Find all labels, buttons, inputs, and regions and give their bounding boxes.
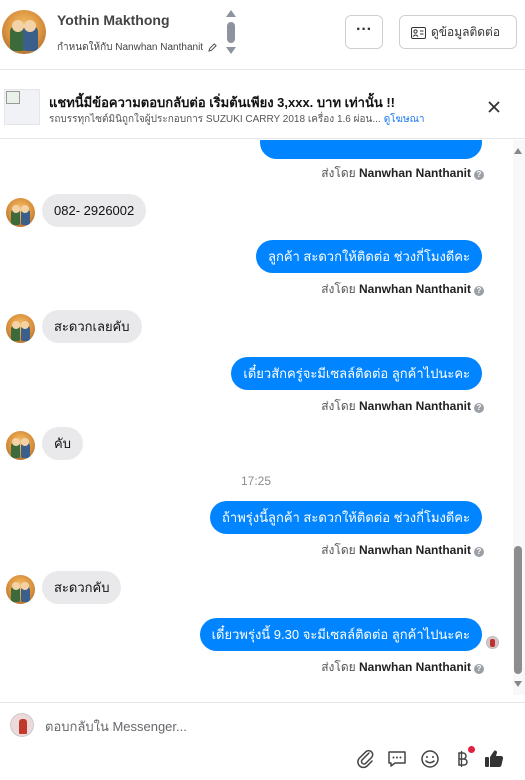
view-contact-info-button[interactable]: ดูข้อมูลติดต่อ [399,15,517,49]
contact-avatar-small[interactable] [6,314,35,343]
view-contact-info-label: ดูข้อมูลติดต่อ [431,25,501,39]
ad-thumbnail [4,89,40,125]
sent-by-name: Nanwhan Nanthanit [358,166,471,180]
help-icon[interactable]: ? [474,286,484,296]
saved-reply-icon[interactable] [386,748,408,770]
sent-by-prefix: ส่งโดย [321,166,356,180]
page-avatar [10,713,34,737]
pencil-icon[interactable] [208,43,217,52]
contact-avatar-small[interactable] [6,575,35,604]
view-ad-link[interactable]: ดูโฆษณา [384,114,425,125]
message-composer [0,702,525,780]
more-options-button[interactable]: ··· [345,15,383,49]
conversation-stepper[interactable] [224,10,238,54]
scroll-down-arrow[interactable] [514,681,522,687]
outgoing-message-partial [260,140,482,159]
contact-name[interactable]: Yothin Makthong [57,12,170,28]
incoming-message[interactable]: สะดวกคับ [42,571,122,604]
sent-by-label: ส่งโดย Nanwhan Nanthanit? [321,541,484,560]
message-thread[interactable]: ส่งโดย Nanwhan Nanthanit? 082- 2926002 ล… [0,140,512,695]
stepper-handle [227,22,235,43]
contact-card-icon [411,26,426,39]
sent-by-prefix: ส่งโดย [321,543,356,557]
help-icon[interactable]: ? [474,664,484,674]
sent-by-name: Nanwhan Nanthanit [358,543,471,557]
sent-by-label: ส่งโดย Nanwhan Nanthanit? [321,397,484,416]
outgoing-message[interactable]: เดี๋ยวสักครู่จะมีเซลล์ติดต่อ ลูกค้าไปนะค… [231,357,482,390]
conversation-header: Yothin Makthong กำหนดให้กับ Nanwhan Nant… [0,0,525,70]
sent-by-name: Nanwhan Nanthanit [358,660,471,674]
sent-by-prefix: ส่งโดย [321,660,356,674]
outgoing-message[interactable]: ถ้าพรุ่งนี้ลูกค้า สะดวกให้ติดต่อ ช่วงกี่… [210,501,482,534]
sent-by-prefix: ส่งโดย [321,282,356,296]
contact-avatar-small[interactable] [6,198,35,227]
ad-description-row: รถบรรทุกไซต์มินิถูกใจผู้ประกอบการ SUZUKI… [49,112,424,127]
ad-title: แชทนี้มีข้อความตอบกลับต่อ เริ่มต้นเพียง … [49,95,395,110]
sent-by-name: Nanwhan Nanthanit [358,282,471,296]
assigned-to-label[interactable]: กำหนดให้กับ Nanwhan Nanthanit [57,40,217,55]
next-conversation-icon[interactable] [226,47,236,54]
sent-by-label: ส่งโดย Nanwhan Nanthanit? [321,280,484,299]
incoming-message[interactable]: คับ [42,427,83,460]
close-icon[interactable] [484,97,504,117]
previous-conversation-icon[interactable] [226,10,236,17]
reply-input[interactable] [45,719,465,734]
scroll-up-arrow[interactable] [514,148,522,154]
contact-avatar-small[interactable] [6,431,35,460]
seen-indicator-avatar [486,636,499,649]
like-icon[interactable] [483,748,505,770]
scrollbar-thumb[interactable] [514,546,522,674]
help-icon[interactable]: ? [474,403,484,413]
sent-by-prefix: ส่งโดย [321,399,356,413]
help-icon[interactable]: ? [474,547,484,557]
outgoing-message[interactable]: ลูกค้า สะดวกให้ติดต่อ ช่วงกี่โมงดีคะ [255,240,482,273]
ad-description: รถบรรทุกไซต์มินิถูกใจผู้ประกอบการ SUZUKI… [49,114,381,125]
contact-avatar[interactable] [2,10,46,54]
sent-by-label: ส่งโดย Nanwhan Nanthanit? [321,164,484,183]
incoming-message[interactable]: สะดวกเลยคับ [42,310,142,343]
emoji-icon[interactable] [419,748,441,770]
sent-by-label: ส่งโดย Nanwhan Nanthanit? [321,658,484,677]
incoming-message[interactable]: 082- 2926002 [42,194,147,227]
notification-dot [468,746,475,753]
timestamp-separator: 17:25 [240,474,272,488]
assigned-to-text: กำหนดให้กับ Nanwhan Nanthanit [57,42,204,53]
help-icon[interactable]: ? [474,170,484,180]
attachment-icon[interactable] [355,748,377,770]
sent-by-name: Nanwhan Nanthanit [358,399,471,413]
outgoing-message[interactable]: เดี๋ยวพรุ่งนี้ 9.30 จะมีเซลล์ติดต่อ ลูกค… [199,618,482,651]
ad-banner[interactable]: แชทนี้มีข้อความตอบกลับต่อ เริ่มต้นเพียง … [0,79,525,139]
